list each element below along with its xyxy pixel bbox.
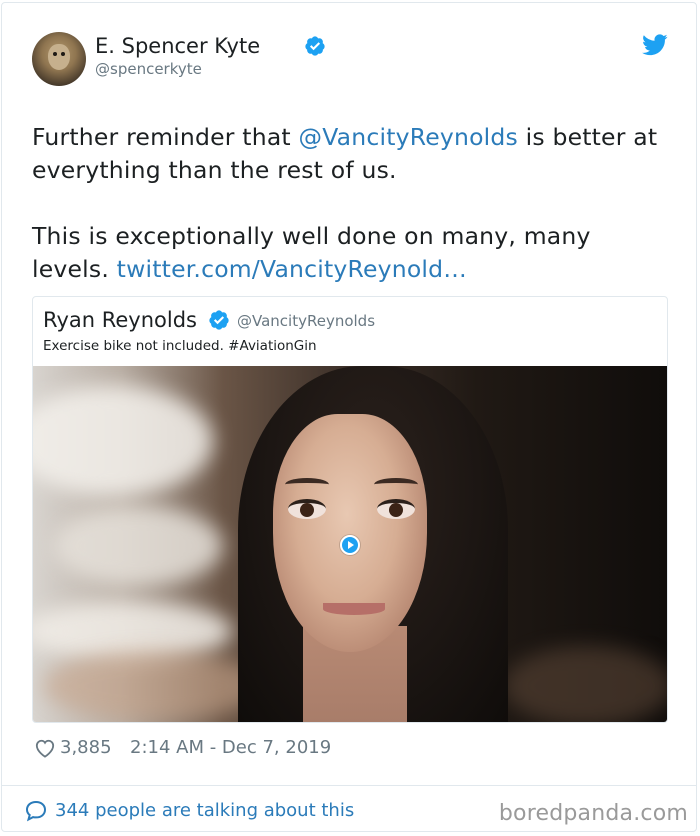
background-bokeh — [43, 651, 263, 721]
person-left-eye — [288, 499, 326, 519]
verified-badge-icon — [209, 310, 229, 330]
play-icon[interactable] — [340, 535, 360, 555]
verified-badge-icon — [305, 36, 325, 56]
like-count[interactable]: 3,885 — [60, 734, 112, 762]
person-mouth — [323, 603, 385, 615]
person-right-eye — [377, 499, 415, 519]
tweet-header: E. Spencer Kyte @spencerkyte — [32, 32, 672, 88]
heart-icon[interactable] — [34, 738, 56, 758]
quoted-author-name[interactable]: Ryan Reynolds — [43, 307, 197, 333]
tweet-text-segment: Further reminder that — [32, 123, 299, 151]
footer-divider — [2, 785, 696, 786]
author-display-name[interactable]: E. Spencer Kyte — [95, 34, 260, 58]
avatar-dog-face — [48, 44, 70, 70]
background-bokeh — [503, 646, 667, 722]
quoted-author-handle[interactable]: @VancityReynolds — [237, 312, 375, 330]
tweet-paragraph-1: Further reminder that @VancityReynolds i… — [32, 121, 672, 187]
video-thumbnail[interactable] — [33, 366, 667, 722]
play-icon-inner — [342, 537, 358, 553]
comment-icon — [25, 800, 47, 822]
mention-link[interactable]: @VancityReynolds — [299, 123, 518, 151]
tweet-paragraph-2: This is exceptionally well done on many,… — [32, 220, 672, 286]
tweet-meta: 3,885 2:14 AM - Dec 7, 2019 — [32, 734, 672, 762]
tweet-text: Further reminder that @VancityReynolds i… — [32, 121, 672, 286]
tweet-url-link[interactable]: twitter.com/VancityReynold… — [117, 255, 467, 283]
author-avatar[interactable] — [32, 32, 86, 86]
quoted-tweet[interactable]: Ryan Reynolds @VancityReynolds Exercise … — [32, 296, 668, 723]
twitter-bird-icon[interactable] — [642, 34, 668, 56]
author-handle[interactable]: @spencerkyte — [95, 60, 202, 78]
person-left-brow — [285, 478, 329, 491]
tweet-timestamp[interactable]: 2:14 AM - Dec 7, 2019 — [130, 734, 331, 762]
background-bokeh — [33, 386, 213, 496]
watermark: boredpanda.com — [498, 801, 688, 826]
person-face — [273, 414, 427, 652]
person-right-brow — [374, 478, 418, 491]
background-bokeh — [53, 506, 223, 586]
conversation-link[interactable]: 344 people are talking about this — [55, 798, 354, 824]
quoted-tweet-text: Exercise bike not included. #AviationGin — [43, 338, 317, 354]
